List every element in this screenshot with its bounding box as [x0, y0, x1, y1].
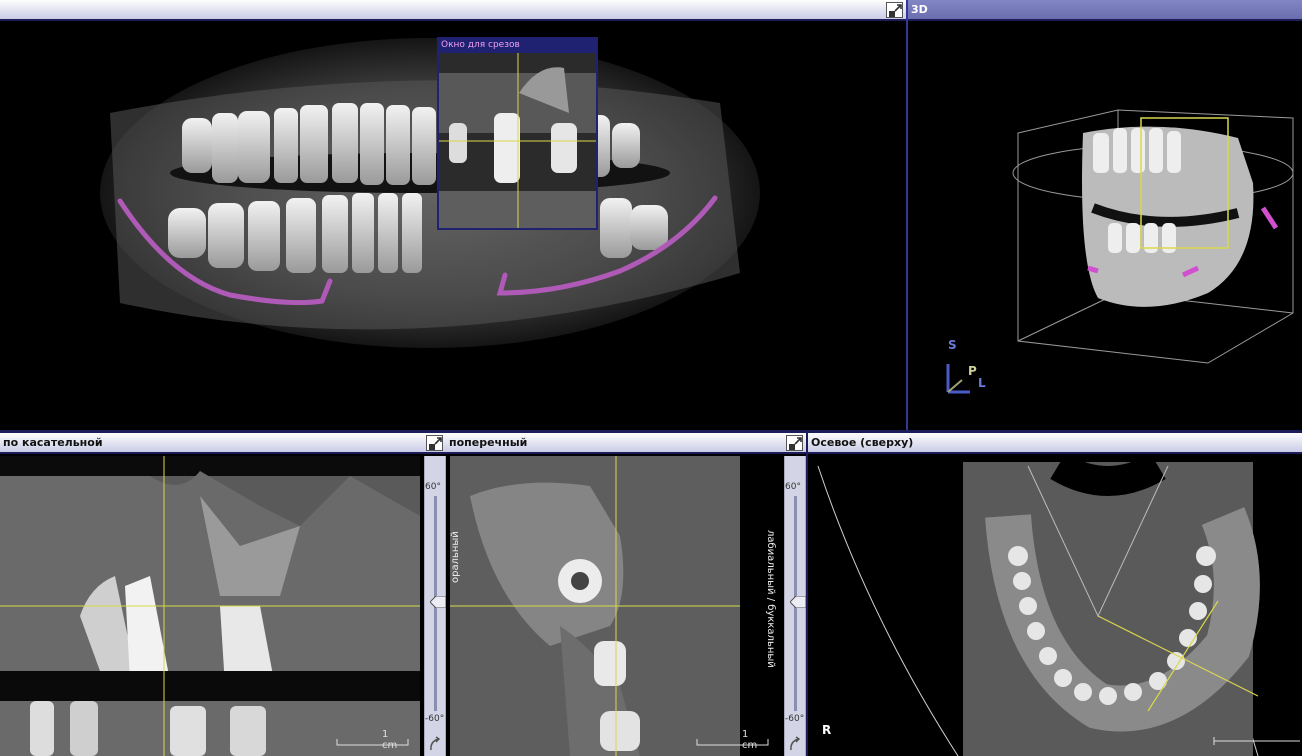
three-d-title: 3D — [911, 3, 928, 16]
slider-thumb[interactable] — [790, 596, 806, 608]
slice-window-image — [439, 53, 596, 228]
oral-side-label: оральный — [450, 531, 461, 583]
slider-thumb[interactable] — [430, 596, 446, 608]
tangential-title: по касательной — [3, 436, 103, 449]
labial-buccal-side-label: лабиальный / буккальный — [765, 530, 776, 668]
axial-scale-tick — [1213, 737, 1300, 745]
cross-slider-top-label: 60° — [785, 482, 801, 492]
maximize-icon[interactable] — [426, 435, 443, 451]
tangential-pane[interactable]: по касательной 1 cm 60° -60° — [0, 433, 446, 756]
axial-slice-image[interactable] — [808, 456, 1302, 756]
cross-title: поперечный — [449, 436, 528, 449]
tangential-slice-image[interactable] — [0, 456, 420, 756]
cross-section-pane[interactable]: поперечный оральный лабиальный / буккаль… — [446, 433, 806, 756]
tangential-titlebar: по касательной — [0, 433, 446, 454]
cross-titlebar: поперечный — [446, 433, 806, 454]
panoramic-pane[interactable]: Окно для срезов — [0, 0, 906, 430]
cross-slice-image[interactable] — [450, 456, 740, 756]
panoramic-titlebar — [0, 0, 906, 21]
tangential-slider-bottom-label: -60° — [425, 714, 445, 724]
orientation-s-label: S — [948, 338, 957, 352]
axial-title: Осевое (сверху) — [811, 436, 914, 449]
axial-pane[interactable]: Осевое (сверху) R — [808, 433, 1302, 756]
cross-slider-bottom-label: -60° — [785, 714, 805, 724]
maximize-icon[interactable] — [886, 2, 903, 18]
slice-window[interactable]: Окно для срезов — [437, 37, 598, 230]
axial-titlebar: Осевое (сверху) — [808, 433, 1302, 454]
maximize-icon[interactable] — [786, 435, 803, 451]
rotate-icon[interactable] — [428, 736, 444, 752]
cross-angle-slider[interactable]: 60° -60° — [784, 456, 806, 756]
rotate-icon[interactable] — [788, 736, 804, 752]
three-d-pane[interactable]: 3D S P L — [908, 0, 1302, 430]
orientation-axes-icon — [946, 364, 970, 394]
axial-r-marker: R — [822, 723, 832, 737]
tangential-angle-slider[interactable]: 60° -60° — [424, 456, 446, 756]
slice-window-label: Окно для срезов — [441, 40, 520, 50]
tangential-slider-top-label: 60° — [425, 482, 441, 492]
slice-window-titlebar: Окно для срезов — [439, 39, 596, 53]
three-d-titlebar: 3D — [908, 0, 1302, 21]
